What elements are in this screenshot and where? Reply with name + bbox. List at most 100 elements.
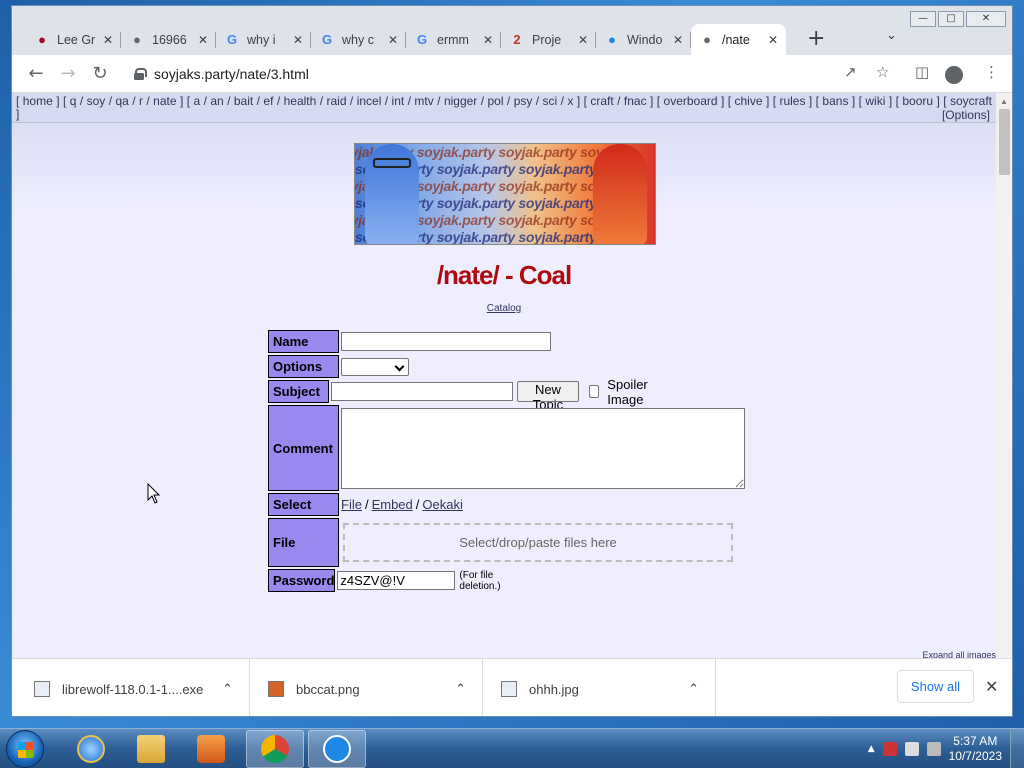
volume-muted-icon[interactable] <box>926 742 941 756</box>
toolbar: ← → ↻ soyjaks.party/nate/3.html ↗ ☆ ◫ ⋮ <box>12 55 1012 93</box>
tab-title: why c <box>342 32 374 47</box>
download-item[interactable]: librewolf-118.0.1-1....exe ⌃ <box>12 659 250 716</box>
minimize-button[interactable]: — <box>910 11 936 27</box>
chevron-up-icon[interactable]: ⌃ <box>455 682 466 697</box>
tab-close-icon[interactable]: ✕ <box>198 33 208 47</box>
tab-close-icon[interactable]: ✕ <box>578 33 588 47</box>
browser-tab[interactable]: Gwhy c ✕ <box>311 24 406 55</box>
subject-input[interactable] <box>331 382 514 401</box>
new-tab-button[interactable]: + <box>807 26 825 51</box>
download-item[interactable]: bbccat.png ⌃ <box>250 659 483 716</box>
tab-close-icon[interactable]: ✕ <box>103 33 113 47</box>
clock-time: 5:37 AM <box>953 734 998 748</box>
start-button[interactable] <box>6 730 44 768</box>
file-link[interactable]: File <box>341 497 362 512</box>
scroll-up-icon[interactable]: ▲ <box>1000 97 1008 106</box>
select-row: Select File / Embed / Oekaki <box>268 493 463 516</box>
tab-title: /nate <box>722 32 750 47</box>
separator: / <box>364 497 369 512</box>
browser-tab[interactable]: ● Windo ✕ <box>596 24 691 55</box>
address-bar[interactable]: soyjaks.party/nate/3.html <box>122 60 898 88</box>
chevron-up-icon[interactable]: ⌃ <box>688 682 699 697</box>
bookmark-star-icon[interactable]: ☆ <box>876 63 889 81</box>
tabs: ● Lee Gr ✕ ● 16966 ✕ Gwhy i ✕ Gwhy c ✕ Germm ✕ 2 Proj… <box>26 24 786 55</box>
google-icon: G <box>226 32 238 47</box>
folder-icon <box>137 735 165 763</box>
action-center-icon[interactable] <box>882 742 897 756</box>
chevron-up-icon[interactable]: ⌃ <box>222 682 233 697</box>
back-icon[interactable]: ← <box>24 62 48 86</box>
spoiler-label: Spoiler Image <box>607 376 648 407</box>
browser-tab[interactable]: 2 Proje ✕ <box>501 24 596 55</box>
expand-all-images-link[interactable]: Expand all images <box>922 650 996 658</box>
profile-avatar-icon[interactable] <box>945 66 963 84</box>
tab-search-icon[interactable]: ⌄ <box>886 28 897 43</box>
browser-window: — □ ✕ ● Lee Gr ✕ ● 16966 ✕ Gwhy i ✕ Gwhy c ✕ Germm… <box>11 5 1013 717</box>
vertical-scrollbar[interactable]: ▲ <box>996 93 1012 658</box>
show-desktop-button[interactable] <box>1010 729 1024 768</box>
embed-link[interactable]: Embed <box>372 497 413 512</box>
tab-close-icon[interactable]: ✕ <box>293 33 303 47</box>
options-select[interactable] <box>341 357 409 376</box>
file-dropzone[interactable]: Select/drop/paste files here <box>343 523 733 562</box>
tab-title: Windo <box>627 32 663 47</box>
tab-close-icon[interactable]: ✕ <box>483 33 493 47</box>
network-icon[interactable] <box>904 742 919 756</box>
google-icon: G <box>416 32 428 47</box>
close-window-button[interactable]: ✕ <box>966 11 1006 27</box>
clock[interactable]: 5:37 AM 10/7/2023 <box>949 734 1002 764</box>
tab-title: Lee Gr <box>57 32 96 47</box>
google-icon: G <box>321 32 333 47</box>
subject-label: Subject <box>268 380 330 403</box>
taskbar-ie[interactable] <box>62 730 120 768</box>
password-label: Password <box>268 569 336 592</box>
tab-close-icon[interactable]: ✕ <box>388 33 398 47</box>
reload-icon[interactable]: ↻ <box>88 62 112 86</box>
file-label: File <box>268 518 339 567</box>
taskbar-chrome[interactable] <box>246 730 304 768</box>
comment-textarea[interactable] <box>341 407 745 489</box>
options-label: Options <box>268 355 339 378</box>
download-filename: librewolf-118.0.1-1....exe <box>62 681 204 697</box>
tab-close-icon[interactable]: ✕ <box>673 33 683 47</box>
password-input[interactable] <box>337 571 456 590</box>
options-row: Options <box>268 355 409 378</box>
menu-icon[interactable]: ⋮ <box>984 63 999 81</box>
oekaki-link[interactable]: Oekaki <box>422 497 462 512</box>
show-all-button[interactable]: Show all <box>897 670 974 703</box>
taskbar-media[interactable] <box>182 730 240 768</box>
browser-tab[interactable]: ● Lee Gr ✕ <box>26 24 121 55</box>
comment-row: Comment <box>268 405 745 491</box>
options-link[interactable]: [Options] <box>942 109 990 122</box>
red-soyjak-figure <box>593 144 647 244</box>
new-topic-button[interactable]: New Topic <box>517 381 579 412</box>
browser-tab[interactable]: Germm ✕ <box>406 24 501 55</box>
browser-tab[interactable]: ● /nate ✕ <box>691 24 786 55</box>
clock-date: 10/7/2023 <box>948 749 1002 763</box>
tab-title: Proje <box>532 32 562 47</box>
chrome-icon <box>261 735 289 763</box>
close-downloads-icon[interactable]: ✕ <box>985 677 998 696</box>
tab-title: ermm <box>437 32 469 47</box>
scroll-thumb[interactable] <box>999 109 1010 175</box>
download-filename: ohhh.jpg <box>529 681 579 697</box>
tray-expand-icon[interactable]: ▲ <box>868 744 875 754</box>
board-list-links[interactable]: [ home ] [ q / soy / qa / r / nate ] [ a… <box>16 94 992 121</box>
browser-tab[interactable]: ● 16966 ✕ <box>121 24 216 55</box>
catalog-link-text[interactable]: Catalog <box>487 303 521 314</box>
forward-icon[interactable]: → <box>56 62 80 86</box>
tab-title: 16966 <box>152 32 187 47</box>
name-input[interactable] <box>341 332 551 351</box>
taskbar-librewolf[interactable] <box>308 730 366 768</box>
taskbar: ▲ 5:37 AM 10/7/2023 <box>0 728 1024 768</box>
side-panel-icon[interactable]: ◫ <box>915 63 929 81</box>
board-banner: soyjak.party soyjak.party soyjak.party s… <box>354 143 656 245</box>
window-controls: — □ ✕ <box>910 11 1006 27</box>
spoiler-checkbox[interactable] <box>588 385 600 398</box>
taskbar-explorer[interactable] <box>122 730 180 768</box>
maximize-button[interactable]: □ <box>938 11 964 27</box>
tab-close-icon[interactable]: ✕ <box>768 33 778 47</box>
browser-tab[interactable]: Gwhy i ✕ <box>216 24 311 55</box>
download-item[interactable]: ohhh.jpg ⌃ <box>483 659 716 716</box>
share-icon[interactable]: ↗ <box>844 63 857 81</box>
